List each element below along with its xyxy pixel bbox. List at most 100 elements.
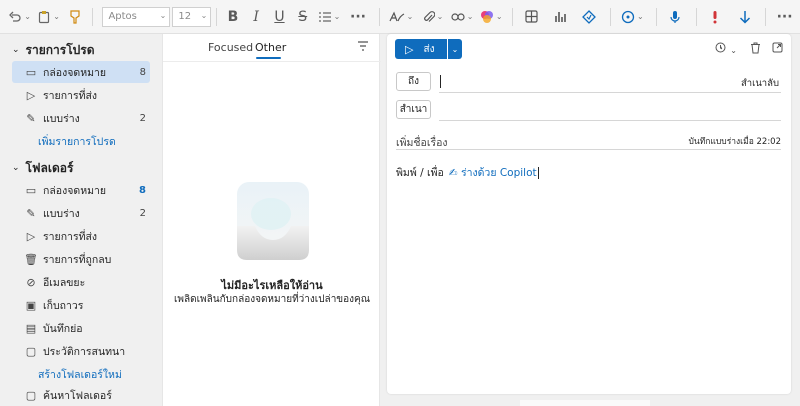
send-icon: ▷ <box>26 88 36 102</box>
nav-item-label: กล่องจดหมาย <box>43 184 107 197</box>
favorites-title: รายการโปรด <box>25 42 95 57</box>
chevron-down-icon: ⌄ <box>159 10 167 20</box>
nav-item-label: แบบร่าง <box>43 112 80 125</box>
font-name-select[interactable]: Aptos ⌄ <box>102 6 171 27</box>
favorite-item-sent[interactable]: ▷ รายการที่ส่ง <box>12 84 150 106</box>
undo-button[interactable]: ⌄ <box>6 5 33 29</box>
notes-icon: ▤ <box>25 321 37 335</box>
importance-low-button[interactable] <box>731 5 758 29</box>
more-options-button[interactable]: ··· <box>771 5 798 29</box>
table-button[interactable] <box>518 5 545 29</box>
sensitivity-icon <box>715 42 726 53</box>
inbox-tabs: Focused Other <box>163 34 381 62</box>
nav-item-label: รายการที่ส่ง <box>43 89 98 102</box>
bold-button[interactable]: B <box>222 5 243 29</box>
folder-item-archive[interactable]: ▣ เก็บถาวร <box>12 294 150 316</box>
more-icon: ··· <box>776 8 793 25</box>
attach-icon <box>423 10 435 22</box>
styles-button[interactable]: ⌄ <box>385 5 418 29</box>
font-size-select[interactable]: 12 ⌄ <box>172 6 212 27</box>
bold-icon: B <box>227 8 239 25</box>
folder-pane: ⌄ รายการโปรด ▭ กล่องจดหมาย 8 ▷ รายการที่… <box>0 34 160 406</box>
more-formatting-button[interactable]: ··· <box>344 5 371 29</box>
archive-icon: ▣ <box>25 298 37 312</box>
chart-button[interactable] <box>547 5 574 29</box>
pop-out-button[interactable] <box>772 42 783 56</box>
chevron-down-icon: ⌄ <box>436 12 444 21</box>
add-favorite-link[interactable]: เพิ่มรายการโปรด <box>38 133 116 150</box>
favorite-item-drafts[interactable]: ✎ แบบร่าง 2 <box>12 107 150 129</box>
message-body[interactable]: พิมพ์ / เพื่อ ✍ ร่างด้วย Copilot <box>396 164 539 181</box>
sensitivity-icon <box>582 9 597 24</box>
chevron-down-icon: ⌄ <box>730 46 737 55</box>
status-strip <box>520 400 650 406</box>
junk-icon: ⊘ <box>26 275 36 289</box>
chevron-down-icon: ⌄ <box>53 12 60 21</box>
chevron-down-icon: ⌄ <box>451 44 459 54</box>
send-options-button[interactable]: ⌄ <box>448 39 462 59</box>
format-painter-button[interactable] <box>64 5 85 29</box>
folder-item-conversation-history[interactable]: ▢ ประวัติการสนทนา <box>12 340 150 362</box>
table-icon <box>525 10 538 23</box>
folder-item-deleted[interactable]: 🗑 รายการที่ถูกลบ <box>12 248 150 270</box>
sensitivity-label-button[interactable]: ⌄ <box>715 42 737 56</box>
to-button[interactable]: ถึง <box>396 72 431 91</box>
loop-button[interactable]: ⌄ <box>616 5 649 29</box>
chevron-down-icon: ⌄ <box>406 12 414 21</box>
cc-button[interactable]: สำเนา <box>396 100 431 119</box>
nav-item-label: กล่องจดหมาย <box>43 66 107 79</box>
folder-item-sent[interactable]: ▷ รายการที่ส่ง <box>12 225 150 247</box>
font-size-value: 12 <box>178 11 192 22</box>
list-button[interactable]: ⌄ <box>315 5 342 29</box>
folder-item-inbox[interactable]: ▭ กล่องจดหมาย 8 <box>12 179 150 201</box>
body-hint-text: พิมพ์ / เพื่อ <box>396 167 444 179</box>
copilot-button[interactable]: ⌄ <box>478 5 505 29</box>
nav-item-label: ค้นหาโฟลเดอร์ <box>43 389 112 402</box>
importance-high-icon <box>713 10 717 23</box>
tab-focused[interactable]: Focused <box>208 41 253 54</box>
bcc-link[interactable]: สำเนาลับ <box>741 76 779 91</box>
folder-item-drafts[interactable]: ✎ แบบร่าง 2 <box>12 202 150 224</box>
folder-item-notes[interactable]: ▤ บันทึกย่อ <box>12 317 150 339</box>
toolbar-divider <box>609 7 611 26</box>
chevron-down-icon: ⌄ <box>495 12 503 21</box>
unread-count: 8 <box>139 184 146 196</box>
nav-item-label: บันทึกย่อ <box>43 322 83 335</box>
italic-button[interactable]: I <box>246 5 267 29</box>
tab-other[interactable]: Other <box>255 41 286 54</box>
ribbon-toolbar: ⌄ ⌄ Aptos ⌄ 12 ⌄ B I U S ⌄ ··· ⌄ ⌄ ⌄ ⌄ ⌄… <box>0 0 800 34</box>
send-button[interactable]: ▷ ส่ง <box>395 39 447 59</box>
active-tab-indicator <box>256 57 281 59</box>
font-name-value: Aptos <box>108 11 137 22</box>
nav-item-label: รายการที่ถูกลบ <box>43 253 112 266</box>
copilot-pen-icon: ✍ <box>448 167 458 179</box>
link-button[interactable]: ⌄ <box>449 5 476 29</box>
draft-icon: ✎ <box>26 206 36 220</box>
dictate-icon <box>670 10 680 23</box>
favorite-item-inbox[interactable]: ▭ กล่องจดหมาย 8 <box>12 61 150 83</box>
favorites-header[interactable]: ⌄ รายการโปรด <box>0 38 160 62</box>
folder-item-junk[interactable]: ⊘ อีเมลขยะ <box>12 271 150 293</box>
dictate-button[interactable] <box>662 5 689 29</box>
paste-button[interactable]: ⌄ <box>35 5 62 29</box>
folders-header[interactable]: ⌄ โฟลเดอร์ <box>0 156 160 180</box>
folders-title: โฟลเดอร์ <box>25 160 74 175</box>
list-icon <box>318 11 331 22</box>
strikethrough-button[interactable]: S <box>292 5 313 29</box>
importance-high-button[interactable] <box>702 5 729 29</box>
filter-icon[interactable] <box>357 40 369 52</box>
discard-button[interactable] <box>750 42 761 57</box>
search-folders-item[interactable]: ▢ ค้นหาโฟลเดอร์ <box>12 384 150 406</box>
attach-button[interactable]: ⌄ <box>419 5 446 29</box>
underline-button[interactable]: U <box>269 5 290 29</box>
to-field[interactable] <box>439 92 781 93</box>
sensitivity-button[interactable] <box>576 5 603 29</box>
create-folder-link[interactable]: สร้างโฟลเดอร์ใหม่ <box>38 366 122 383</box>
styles-icon <box>389 11 404 21</box>
cc-field[interactable] <box>439 120 781 121</box>
draft-with-copilot-link[interactable]: ✍ ร่างด้วย Copilot <box>449 164 537 181</box>
nav-item-label: ประวัติการสนทนา <box>43 345 126 358</box>
cc-label: สำเนา <box>399 104 428 115</box>
inbox-icon: ▭ <box>25 183 37 197</box>
folder-icon: ▢ <box>25 344 37 358</box>
